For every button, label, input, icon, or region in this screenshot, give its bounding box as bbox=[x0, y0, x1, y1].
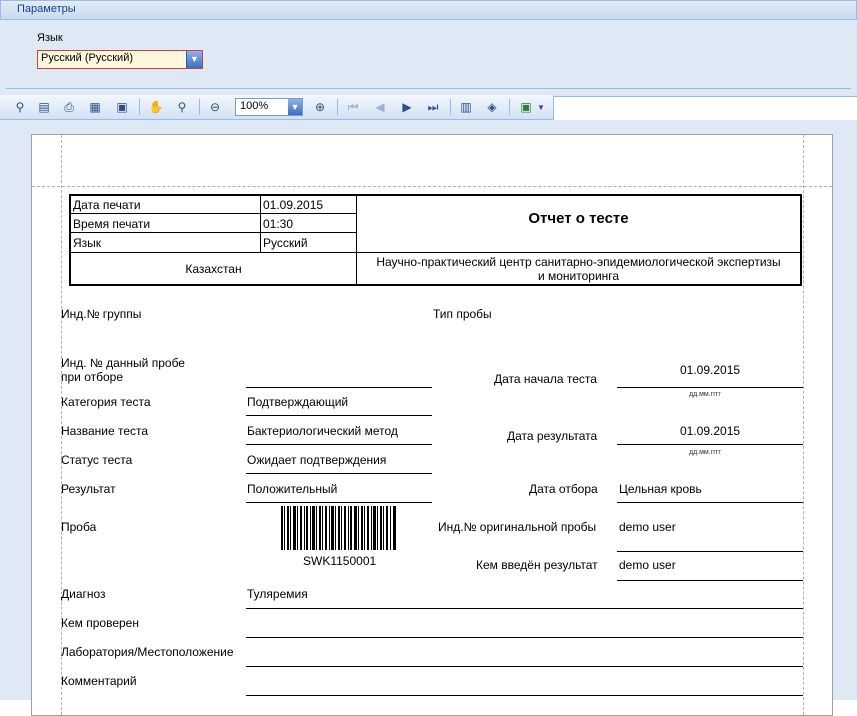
language-select[interactable]: Русский (Русский) ▼ bbox=[37, 50, 203, 69]
next-page-icon[interactable]: ▶ bbox=[399, 99, 415, 115]
field-underline bbox=[246, 666, 803, 667]
barcode-image bbox=[281, 506, 396, 550]
parameters-divider bbox=[6, 88, 851, 89]
test-status-value: Ожидает подтверждения bbox=[247, 453, 387, 467]
entered-by-label: Кем введён результат bbox=[476, 558, 598, 572]
report-page: Дата печати 01.09.2015 Время печати 01:3… bbox=[31, 134, 833, 716]
table-divider bbox=[71, 232, 356, 233]
chevron-down-icon[interactable]: ▼ bbox=[186, 51, 202, 68]
organization-name: Научно-практический центр санитарно-эпид… bbox=[376, 255, 781, 283]
comment-label: Комментарий bbox=[61, 674, 137, 688]
sample-type-label: Тип пробы bbox=[433, 307, 492, 321]
group-id-label: Инд.№ группы bbox=[61, 307, 142, 321]
multiple-pages-icon[interactable]: ▥ bbox=[458, 99, 474, 115]
result-date-label: Дата результата bbox=[507, 429, 598, 443]
sample-label: Проба bbox=[61, 520, 97, 534]
field-underline bbox=[246, 608, 803, 609]
test-start-label: Дата начала теста bbox=[494, 372, 597, 386]
parameters-title: Параметры bbox=[17, 3, 76, 15]
field-underline bbox=[617, 580, 803, 581]
test-category-label: Категория теста bbox=[61, 395, 151, 409]
table-divider bbox=[71, 252, 800, 253]
report-viewer[interactable]: Дата печати 01.09.2015 Время печати 01:3… bbox=[0, 120, 857, 716]
field-underline bbox=[617, 387, 803, 388]
date-format-hint: дд.мм.гггг bbox=[689, 449, 721, 456]
field-underline bbox=[617, 444, 803, 445]
margin-guide bbox=[803, 135, 804, 715]
toolbar-separator bbox=[337, 99, 338, 115]
hand-icon[interactable]: ✋ bbox=[148, 99, 164, 115]
field-underline bbox=[246, 695, 803, 696]
print-time-label: Время печати bbox=[73, 217, 151, 231]
test-category-value: Подтверждающий bbox=[247, 395, 349, 409]
entered-by-value: demo user bbox=[619, 558, 676, 572]
field-underline bbox=[246, 415, 432, 416]
collection-date-label: Дата отбора bbox=[529, 482, 598, 496]
test-name-label: Название теста bbox=[61, 424, 149, 438]
zoom-in-icon[interactable]: ⊕ bbox=[312, 99, 328, 115]
diagnosis-value: Туляремия bbox=[247, 587, 308, 601]
language-select-value: Русский (Русский) bbox=[41, 52, 134, 64]
report-title: Отчет о тесте bbox=[528, 210, 629, 227]
field-underline bbox=[246, 473, 432, 474]
report-header-table: Дата печати 01.09.2015 Время печати 01:3… bbox=[69, 194, 802, 286]
language-label: Язык bbox=[37, 32, 63, 44]
lab-location-label: Лаборатория/Местоположение bbox=[61, 645, 234, 659]
print-date-value: 01.09.2015 bbox=[263, 198, 324, 212]
print-preview-icon[interactable]: ▦ bbox=[87, 99, 103, 115]
table-divider bbox=[71, 213, 356, 214]
barcode-text: SWK1150001 bbox=[303, 554, 377, 568]
zoom-value: 100% bbox=[240, 100, 269, 112]
test-status-label: Статус теста bbox=[61, 453, 133, 467]
original-sample-id-value: demo user bbox=[619, 520, 676, 534]
print-icon[interactable]: ⎙ bbox=[61, 99, 77, 115]
checked-by-label: Кем проверен bbox=[61, 616, 139, 630]
toolbar-separator bbox=[509, 99, 510, 115]
date-format-hint: дд.мм.гггг bbox=[689, 391, 721, 398]
collection-date-value: Цельная кровь bbox=[619, 482, 702, 496]
parameters-panel: Параметры Язык Русский (Русский) ▼ bbox=[0, 0, 857, 97]
diagnosis-label: Диагноз bbox=[61, 587, 106, 601]
page-setup-icon[interactable]: ▤ bbox=[36, 99, 52, 115]
chevron-down-icon[interactable]: ▼ bbox=[536, 99, 546, 115]
last-page-icon[interactable]: ⏭ bbox=[425, 99, 441, 115]
export-icon[interactable]: ▣ bbox=[114, 99, 130, 115]
background-color-icon[interactable]: ◈ bbox=[484, 99, 500, 115]
toolbar-separator bbox=[139, 99, 140, 115]
result-value: Положительный bbox=[247, 482, 338, 496]
zoom-select[interactable]: 100% ▼ bbox=[235, 98, 303, 116]
field-underline bbox=[617, 502, 803, 503]
zoom-icon[interactable]: ⚲ bbox=[174, 99, 190, 115]
field-underline bbox=[246, 387, 432, 388]
toolbar-separator bbox=[450, 99, 451, 115]
parameters-header[interactable]: Параметры bbox=[0, 0, 857, 20]
print-time-value: 01:30 bbox=[263, 217, 294, 231]
toolbar-separator bbox=[199, 99, 200, 115]
binoculars-icon[interactable]: ⚲ bbox=[12, 99, 28, 115]
field-underline bbox=[246, 637, 803, 638]
result-date-value: 01.09.2015 bbox=[680, 424, 741, 438]
language-label: Язык bbox=[73, 236, 102, 250]
zoom-out-icon[interactable]: ⊖ bbox=[207, 99, 223, 115]
previous-page-icon[interactable]: ◀ bbox=[372, 99, 388, 115]
country-value: Казахстан bbox=[185, 262, 242, 276]
test-start-value: 01.09.2015 bbox=[680, 363, 741, 377]
first-page-icon[interactable]: ⏮ bbox=[345, 99, 361, 115]
print-date-label: Дата печати bbox=[73, 198, 141, 212]
sample-id-label: Инд. № данный пробе при отборе bbox=[61, 356, 185, 384]
field-underline bbox=[246, 444, 432, 445]
field-underline bbox=[246, 502, 432, 503]
save-icon[interactable]: ▣ bbox=[518, 99, 534, 115]
table-divider bbox=[260, 196, 261, 252]
report-toolbar: ⚲ ▤ ⎙ ▦ ▣ ✋ ⚲ ⊖ 100% ▼ ⊕ ⏮ ◀ ▶ ⏭ ▥ ◈ ▣ ▼ bbox=[0, 95, 554, 120]
test-name-value: Бактериологический метод bbox=[247, 424, 398, 438]
original-sample-id-label: Инд.№ оригинальной пробы bbox=[438, 520, 597, 534]
chevron-down-icon[interactable]: ▼ bbox=[288, 99, 302, 115]
field-underline bbox=[617, 551, 803, 552]
result-label: Результат bbox=[61, 482, 116, 496]
margin-guide bbox=[32, 186, 832, 187]
language-value: Русский bbox=[263, 236, 308, 250]
